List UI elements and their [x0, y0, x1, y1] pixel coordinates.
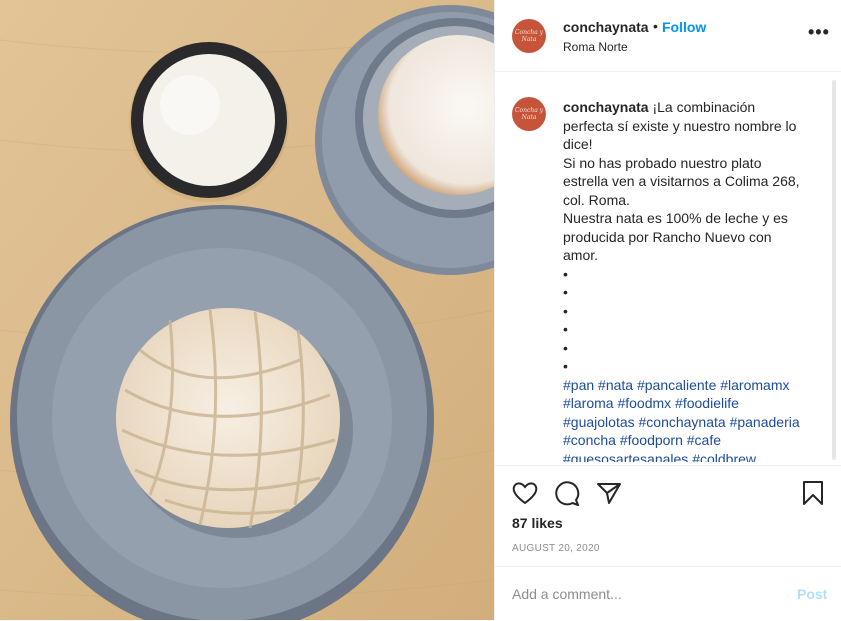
caption-line: •	[563, 265, 825, 284]
follow-button[interactable]: Follow	[662, 19, 706, 35]
paper-plane-icon[interactable]	[596, 481, 622, 505]
caption-line: amor.	[563, 246, 825, 265]
avatar[interactable]: Concha y Nata	[512, 19, 546, 53]
post-sidebar: Concha y Nata conchaynata • Follow Roma …	[494, 0, 841, 620]
hashtag-line[interactable]: #laroma #foodmx #foodielife	[563, 394, 825, 413]
caption: conchaynata ¡La combinación perfecta sí e…	[563, 98, 825, 462]
like-count[interactable]: 87 likes	[512, 515, 563, 531]
caption-avatar-logo-text: Concha y Nata	[514, 107, 544, 121]
caption-line: •	[563, 283, 825, 302]
caption-line: perfecta sí existe y nuestro nombre lo	[563, 117, 825, 136]
caption-line: •	[563, 302, 825, 321]
caption-scrollbar[interactable]	[832, 80, 836, 460]
hashtag-line[interactable]: #concha #foodporn #cafe	[563, 431, 825, 450]
caption-text: Nuestra nata es 100% de leche y es	[563, 210, 788, 226]
caption-line: col. Roma.	[563, 191, 825, 210]
comment-input[interactable]: Add a comment...	[512, 586, 622, 602]
avatar-logo-text: Concha y Nata	[514, 29, 544, 43]
caption-text: estrella ven a visitarnos a Colima 268,	[563, 173, 800, 189]
caption-line: Nuestra nata es 100% de leche y es	[563, 209, 825, 228]
caption-text: •	[563, 358, 568, 374]
separator-dot: •	[653, 18, 658, 34]
post-comment-button[interactable]: Post	[797, 586, 827, 602]
caption-avatar[interactable]: Concha y Nata	[512, 97, 546, 131]
post-header: Concha y Nata conchaynata • Follow Roma …	[495, 0, 841, 72]
location-link[interactable]: Roma Norte	[563, 40, 628, 54]
caption-text: ¡La combinación	[652, 99, 756, 115]
caption-text: •	[563, 302, 568, 319]
caption-text: •	[563, 284, 568, 300]
post-date[interactable]: AUGUST 20, 2020	[512, 543, 600, 554]
comment-bubble-icon[interactable]	[554, 481, 580, 506]
post-photo[interactable]	[0, 0, 494, 620]
caption-text: col. Roma.	[563, 191, 630, 208]
caption-text: dice!	[563, 136, 593, 152]
caption-text: •	[563, 321, 568, 337]
caption-username[interactable]: conchaynata	[563, 99, 649, 115]
bookmark-icon[interactable]	[802, 480, 824, 506]
caption-text: •	[563, 265, 568, 282]
hashtag-line[interactable]: #pan #nata #pancaliente #laromamx	[563, 376, 825, 395]
hashtag-line[interactable]: #guajolotas #conchaynata #panaderia	[563, 413, 825, 432]
caption-line: conchaynata ¡La combinación	[563, 98, 825, 117]
caption-line: •	[563, 357, 825, 376]
caption-text: amor.	[563, 247, 599, 263]
caption-line: Si no has probado nuestro plato	[563, 154, 825, 173]
caption-line: estrella ven a visitarnos a Colima 268,	[563, 172, 825, 191]
caption-line: •	[563, 339, 825, 358]
caption-line: •	[563, 320, 825, 339]
caption-text: Si no has probado nuestro plato	[563, 154, 762, 171]
heart-icon[interactable]	[512, 481, 538, 505]
caption-text: producida por Rancho Nuevo con	[563, 228, 772, 245]
comment-box: Add a comment... Post	[495, 566, 841, 621]
hashtag-line[interactable]: #quesosartesanales #coldbrew	[563, 450, 825, 463]
caption-line: producida por Rancho Nuevo con	[563, 228, 825, 247]
more-options-icon[interactable]: •••	[808, 22, 830, 43]
username-link[interactable]: conchaynata	[563, 19, 649, 35]
caption-text: perfecta sí existe y nuestro nombre lo	[563, 117, 797, 134]
caption-text: •	[563, 339, 568, 356]
caption-line: dice!	[563, 135, 825, 154]
